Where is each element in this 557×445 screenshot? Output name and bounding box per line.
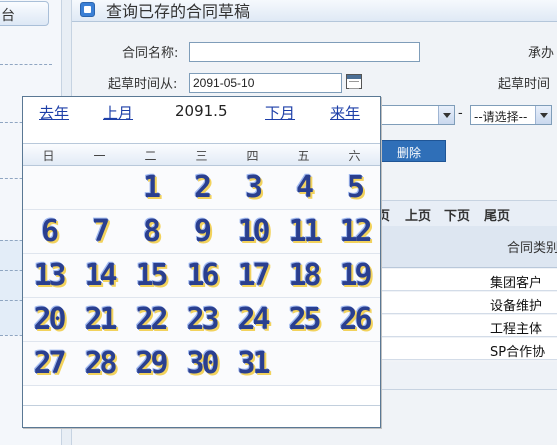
grid-header: 合同类别: [372, 226, 557, 268]
sidebar-divider: [0, 64, 52, 65]
range-start-select[interactable]: [377, 105, 455, 125]
next-month-link[interactable]: 下月: [265, 102, 295, 123]
range-end-value: --请选择--: [474, 110, 528, 124]
contract-type-cell: 设备维护: [490, 299, 543, 314]
calendar-day[interactable]: 25: [278, 298, 329, 342]
calendar-day[interactable]: 1: [125, 166, 176, 210]
page-title: 查询已存的合同草稿: [106, 2, 251, 21]
contract-type-cell: 工程主体: [490, 322, 543, 337]
contract-name-label: 合同名称:: [122, 46, 179, 61]
draft-time-label: 起草时间: [498, 77, 551, 92]
calendar-day[interactable]: 20: [23, 298, 74, 342]
chevron-down-icon: [438, 106, 454, 124]
calendar-week-row: 27 28 29 30 31: [23, 342, 380, 386]
calendar-day[interactable]: 22: [125, 298, 176, 342]
next-year-link[interactable]: 来年: [330, 102, 360, 123]
prev-month-link[interactable]: 上月: [103, 102, 133, 123]
draft-from-label: 起草时间从:: [108, 77, 178, 92]
date-picker-footer: [23, 405, 380, 427]
contract-name-input[interactable]: [189, 42, 420, 62]
calendar-day[interactable]: 24: [227, 298, 278, 342]
prev-year-link[interactable]: 去年: [39, 102, 69, 123]
title-bar: 查询已存的合同草稿: [72, 0, 557, 22]
calendar-day[interactable]: 4: [278, 166, 329, 210]
calendar-day[interactable]: 31: [227, 342, 278, 386]
calendar-day[interactable]: 19: [329, 254, 380, 298]
weekday-label: 五: [297, 149, 310, 163]
last-page-link[interactable]: 尾页: [484, 205, 510, 224]
calendar-day[interactable]: 18: [278, 254, 329, 298]
calendar-day[interactable]: 12: [329, 210, 380, 254]
calendar-empty-cell: [23, 166, 74, 210]
contract-type-column-header[interactable]: 合同类别: [507, 237, 557, 256]
calendar-day[interactable]: 11: [278, 210, 329, 254]
calendar-day[interactable]: 28: [74, 342, 125, 386]
calendar-day[interactable]: 2: [176, 166, 227, 210]
delete-button[interactable]: 删除: [372, 140, 446, 162]
party-label: 承办: [528, 46, 555, 61]
calendar-day[interactable]: 7: [74, 210, 125, 254]
calendar-day[interactable]: 29: [125, 342, 176, 386]
calendar-week-row: 20 21 22 23 24 25 26: [23, 298, 380, 342]
calendar-day[interactable]: 23: [176, 298, 227, 342]
calendar-empty-cell: [278, 342, 329, 386]
draft-from-input[interactable]: [189, 73, 342, 93]
weekday-label: 日: [42, 149, 55, 163]
table-row[interactable]: 4集团客户: [372, 269, 557, 291]
prev-page-link[interactable]: 上页: [405, 205, 431, 224]
next-page-link[interactable]: 下页: [444, 205, 470, 224]
calendar-empty-cell: [329, 342, 380, 386]
weekday-label: 六: [348, 149, 361, 163]
contract-type-cell: 集团客户: [490, 276, 543, 291]
calendar-day[interactable]: 13: [23, 254, 74, 298]
calendar-week-row: 13 14 15 16 17 18 19: [23, 254, 380, 298]
weekday-label: 二: [144, 149, 157, 163]
weekday-label: 三: [195, 149, 208, 163]
table-row[interactable]: 工程主体: [372, 315, 557, 337]
date-picker-nav: 去年 上月 2091.5 下月 来年: [23, 97, 380, 143]
calendar-day[interactable]: 27: [23, 342, 74, 386]
calendar-empty-cell: [74, 166, 125, 210]
current-month-label: 2091.5: [175, 102, 228, 120]
pager: 页 上页 下页 尾页: [372, 200, 557, 226]
table-row[interactable]: 设备维护: [372, 292, 557, 314]
calendar-week-row: 12345: [23, 166, 380, 210]
chevron-down-icon: [535, 106, 551, 124]
weekday-label: 一: [93, 149, 106, 163]
calendar-day[interactable]: 30: [176, 342, 227, 386]
calendar-day[interactable]: 26: [329, 298, 380, 342]
range-end-select[interactable]: --请选择--: [470, 105, 552, 125]
calendar-day[interactable]: 17: [227, 254, 278, 298]
calendar-day[interactable]: 21: [74, 298, 125, 342]
calendar-day[interactable]: 14: [74, 254, 125, 298]
calendar-day[interactable]: 9: [176, 210, 227, 254]
weekday-header: 日 一 二 三 四 五 六: [23, 143, 380, 166]
sidebar-tab[interactable]: 台: [0, 1, 49, 26]
panel-icon: [80, 2, 95, 17]
range-separator: -: [458, 106, 463, 121]
calendar-day[interactable]: 16: [176, 254, 227, 298]
sidebar-tab-label: 台: [1, 8, 15, 24]
calendar-day[interactable]: 10: [227, 210, 278, 254]
weekday-label: 四: [246, 149, 259, 163]
calendar-day[interactable]: 5: [329, 166, 380, 210]
contract-type-cell: SP合作协: [490, 345, 546, 360]
calendar-day[interactable]: 8: [125, 210, 176, 254]
day-grid: 1 2 3 4 5 6 7 8 9 10 11 12 13 14 15 16 17 18 19 20 21 22 23 24 2…: [23, 166, 380, 386]
calendar-week-row: 6 7 8 9 10 11 12: [23, 210, 380, 254]
table-row[interactable]: 1SP合作协: [372, 338, 557, 360]
calendar-day[interactable]: 6: [23, 210, 74, 254]
grid-footer: [372, 362, 557, 390]
calendar-day[interactable]: 15: [125, 254, 176, 298]
date-picker-popup: 去年 上月 2091.5 下月 来年 日 一 二 三 四 五 六 1234567…: [22, 96, 381, 428]
calendar-icon[interactable]: [346, 74, 362, 89]
calendar-day[interactable]: 3: [227, 166, 278, 210]
